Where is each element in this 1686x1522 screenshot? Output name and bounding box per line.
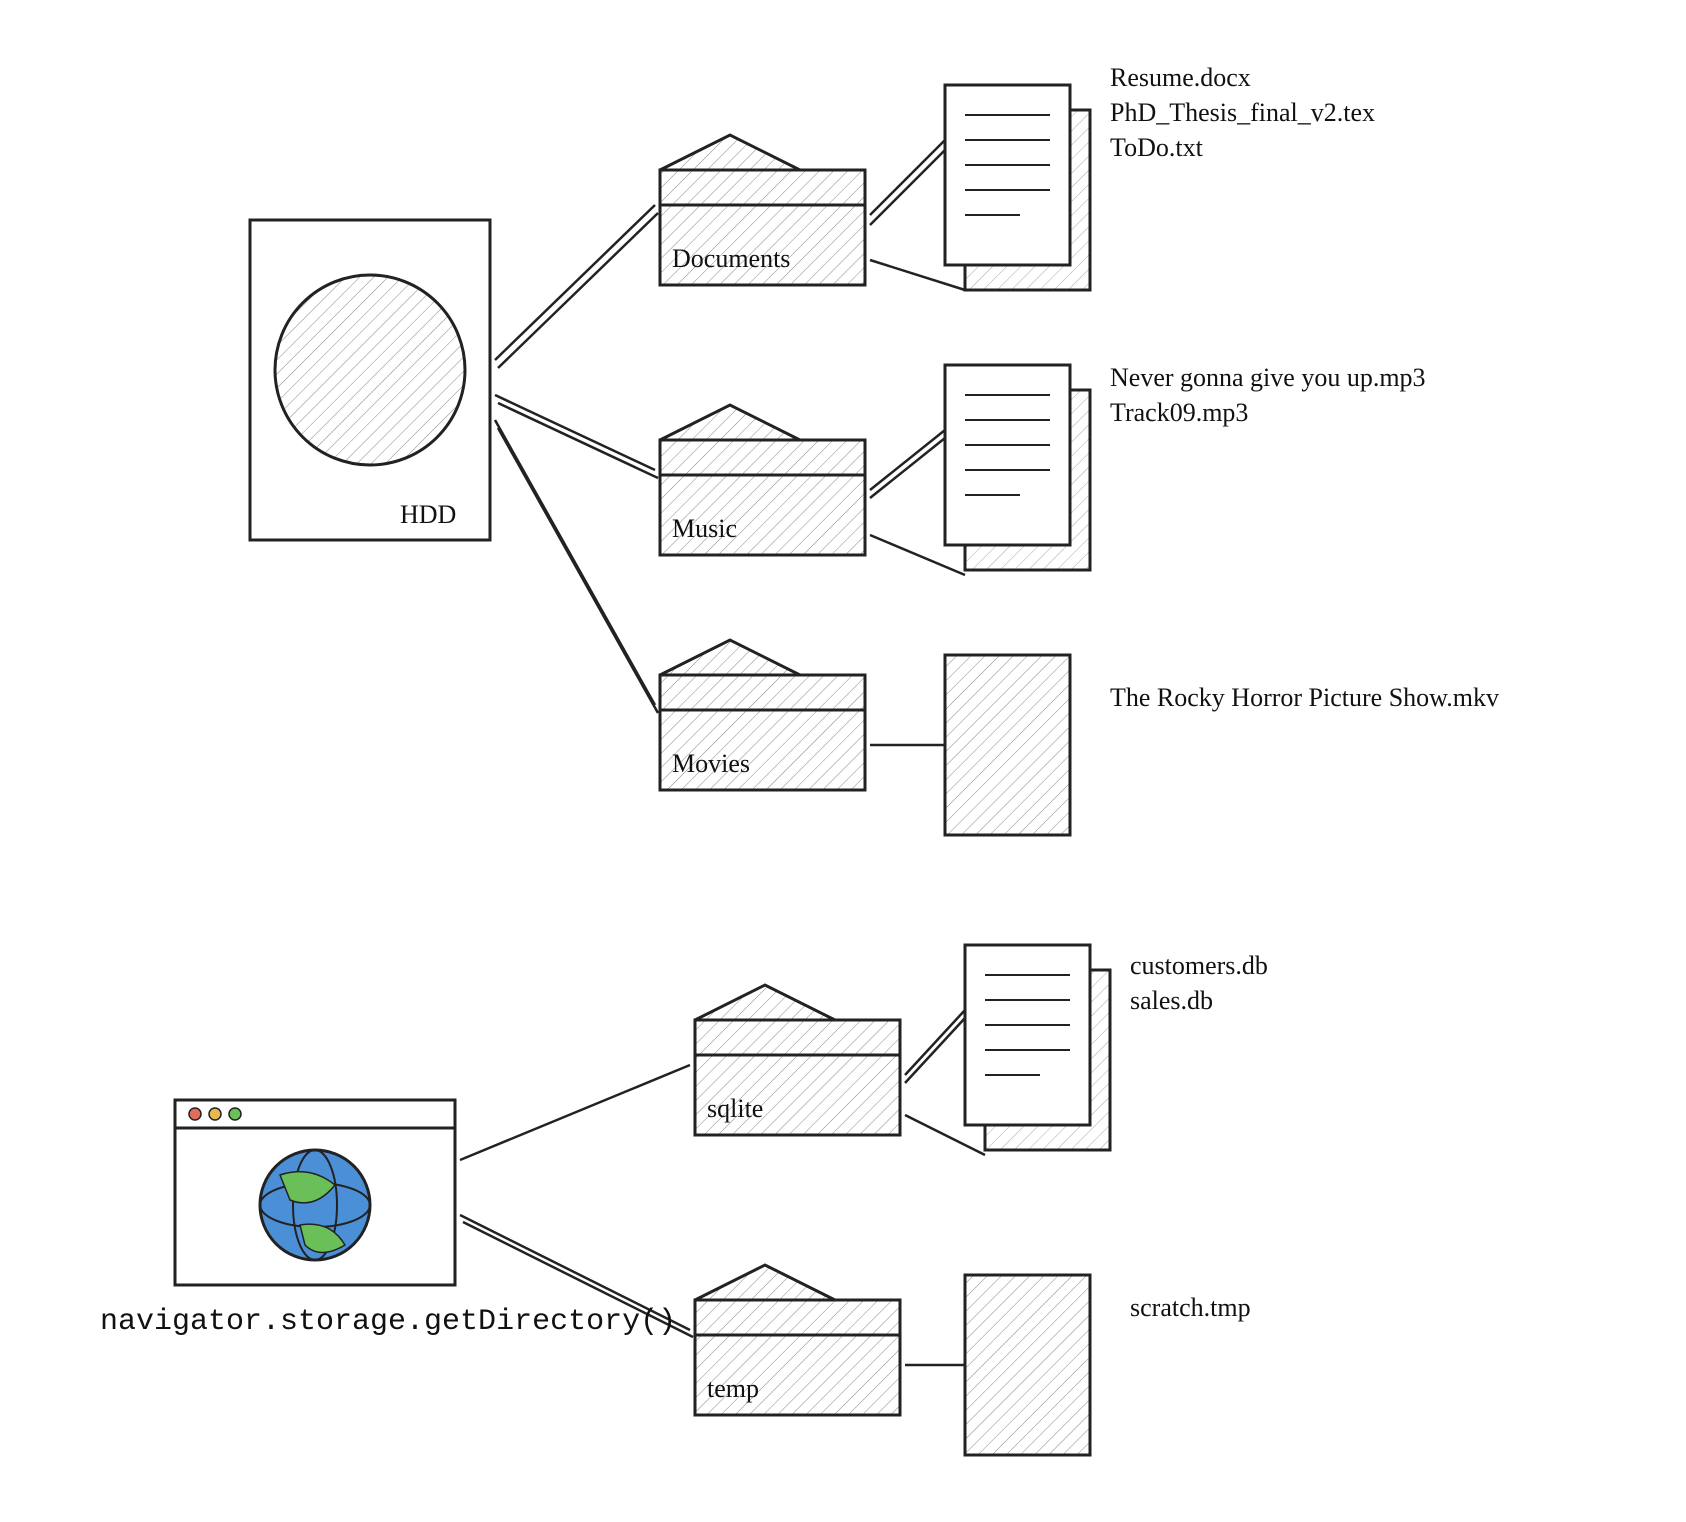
folder-label-music: Music: [672, 514, 737, 544]
file-list-temp: scratch.tmp: [1130, 1290, 1251, 1325]
file-icon: [945, 655, 1070, 835]
folder-label-temp: temp: [707, 1374, 759, 1404]
file-name: scratch.tmp: [1130, 1290, 1251, 1325]
connector-lines: [495, 205, 658, 713]
connector-lines: [460, 1065, 693, 1337]
file-name: ToDo.txt: [1110, 130, 1375, 165]
file-name: Resume.docx: [1110, 60, 1375, 95]
browser-window-icon: [175, 1100, 455, 1285]
file-name: sales.db: [1130, 983, 1268, 1018]
file-stack-icon: [965, 945, 1110, 1150]
file-stack-icon: [945, 85, 1090, 290]
hdd-icon: [250, 220, 490, 540]
folder-label-movies: Movies: [672, 749, 750, 779]
folder-label-documents: Documents: [672, 244, 790, 274]
file-name: The Rocky Horror Picture Show.mkv: [1110, 680, 1499, 715]
file-name: PhD_Thesis_final_v2.tex: [1110, 95, 1375, 130]
folder-label-sqlite: sqlite: [707, 1094, 763, 1124]
file-icon: [965, 1275, 1090, 1455]
file-name: customers.db: [1130, 948, 1268, 983]
file-name: Track09.mp3: [1110, 395, 1426, 430]
file-list-sqlite: customers.db sales.db: [1130, 948, 1268, 1018]
file-name: Never gonna give you up.mp3: [1110, 360, 1426, 395]
file-list-documents: Resume.docx PhD_Thesis_final_v2.tex ToDo…: [1110, 60, 1375, 165]
hdd-label: HDD: [400, 500, 456, 530]
file-stack-icon: [945, 365, 1090, 570]
browser-api-label: navigator.storage.getDirectory(): [100, 1305, 676, 1339]
file-list-music: Never gonna give you up.mp3 Track09.mp3: [1110, 360, 1426, 430]
file-list-movies: The Rocky Horror Picture Show.mkv: [1110, 680, 1499, 715]
